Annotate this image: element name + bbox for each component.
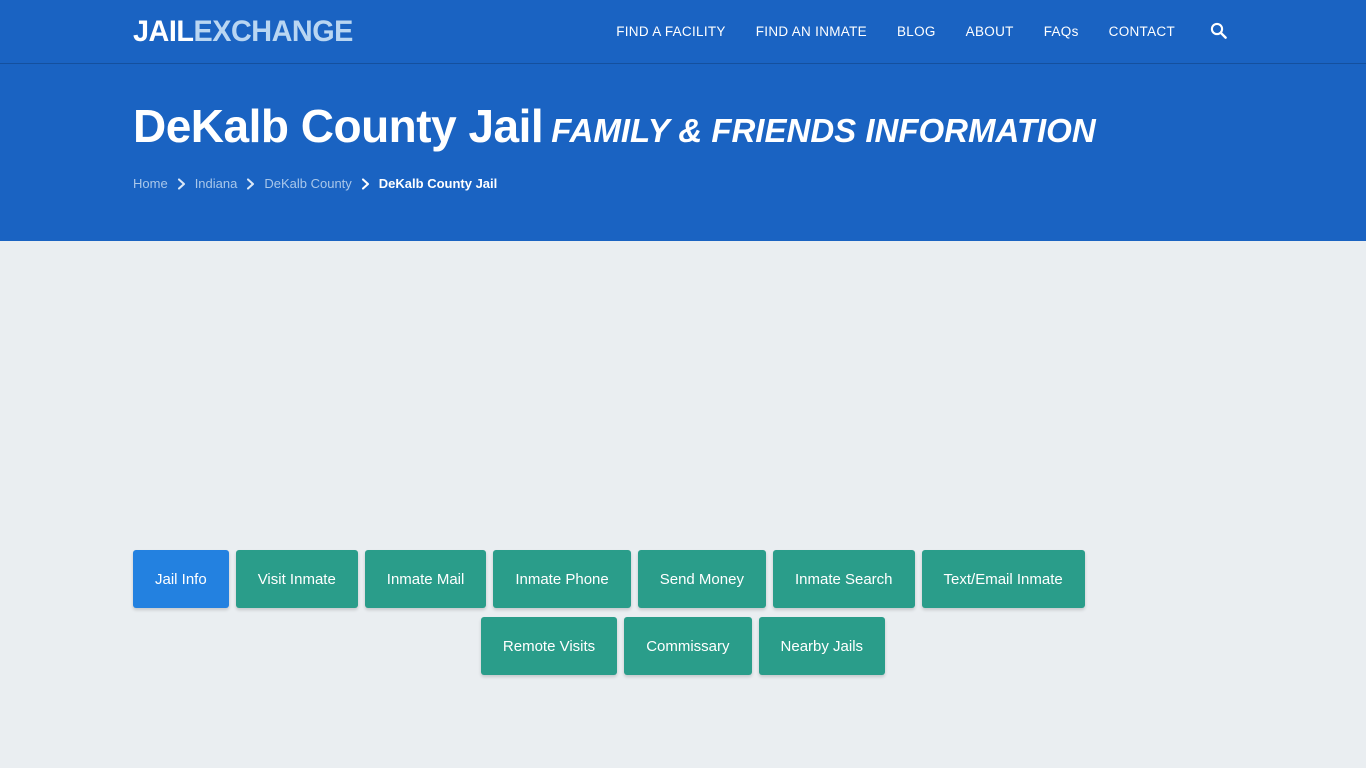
page-title: DeKalb County Jail FAMILY & FRIENDS INFOR… (133, 102, 1233, 150)
breadcrumb-item-indiana[interactable]: Indiana (195, 176, 238, 191)
facility-tab-row-1: Jail Info Visit Inmate Inmate Mail Inmat… (133, 550, 1233, 608)
tab-text-email-inmate[interactable]: Text/Email Inmate (921, 550, 1085, 608)
main-navigation: FIND A FACILITY FIND AN INMATE BLOG ABOU… (601, 0, 1233, 64)
tab-inmate-phone[interactable]: Inmate Phone (493, 550, 631, 608)
tab-nearby-jails[interactable]: Nearby Jails (758, 617, 886, 675)
logo-text-jail: JAIL (133, 14, 194, 48)
chevron-right-icon (361, 178, 370, 190)
facility-tab-buttons: Jail Info Visit Inmate Inmate Mail Inmat… (133, 241, 1233, 675)
logo-text-exchange: EXCHANGE (193, 14, 353, 48)
site-logo[interactable]: JAILEXCHANGE (133, 14, 353, 48)
nav-item-blog[interactable]: BLOG (882, 0, 951, 64)
tab-send-money[interactable]: Send Money (637, 550, 766, 608)
nav-item-faqs[interactable]: FAQs (1029, 0, 1094, 64)
chevron-right-icon (177, 178, 186, 190)
tab-visit-inmate[interactable]: Visit Inmate (235, 550, 358, 608)
page-title-facility: DeKalb County Jail (133, 100, 544, 152)
page-hero-banner: DeKalb County Jail FAMILY & FRIENDS INFOR… (0, 64, 1366, 241)
breadcrumb-item-current: DeKalb County Jail (378, 176, 498, 192)
facility-tab-row-2: Remote Visits Commissary Nearby Jails (133, 617, 1233, 675)
main-content: Jail Info Visit Inmate Inmate Mail Inmat… (0, 241, 1366, 768)
top-navigation-bar: JAILEXCHANGE FIND A FACILITY FIND AN INM… (0, 0, 1366, 64)
chevron-right-icon (246, 178, 255, 190)
nav-item-find-a-facility[interactable]: FIND A FACILITY (601, 0, 741, 64)
tab-inmate-mail[interactable]: Inmate Mail (364, 550, 487, 608)
nav-item-find-an-inmate[interactable]: FIND AN INMATE (741, 0, 882, 64)
nav-item-about[interactable]: ABOUT (951, 0, 1029, 64)
breadcrumb: Home Indiana DeKalb County DeKalb County… (133, 176, 1233, 191)
tab-remote-visits[interactable]: Remote Visits (480, 617, 618, 675)
tab-commissary[interactable]: Commissary (624, 617, 752, 675)
search-icon (1210, 22, 1227, 42)
tab-inmate-search[interactable]: Inmate Search (772, 550, 915, 608)
nav-item-contact[interactable]: CONTACT (1094, 0, 1190, 64)
breadcrumb-item-dekalb-county[interactable]: DeKalb County (264, 176, 351, 191)
page-hero-inner: DeKalb County Jail FAMILY & FRIENDS INFOR… (133, 64, 1233, 191)
page-title-subtitle: FAMILY & FRIENDS INFORMATION (551, 112, 1096, 149)
tab-jail-info[interactable]: Jail Info (133, 550, 229, 608)
search-button[interactable] (1204, 22, 1233, 42)
top-navigation-inner: JAILEXCHANGE FIND A FACILITY FIND AN INM… (133, 0, 1233, 63)
breadcrumb-item-home[interactable]: Home (133, 176, 168, 191)
